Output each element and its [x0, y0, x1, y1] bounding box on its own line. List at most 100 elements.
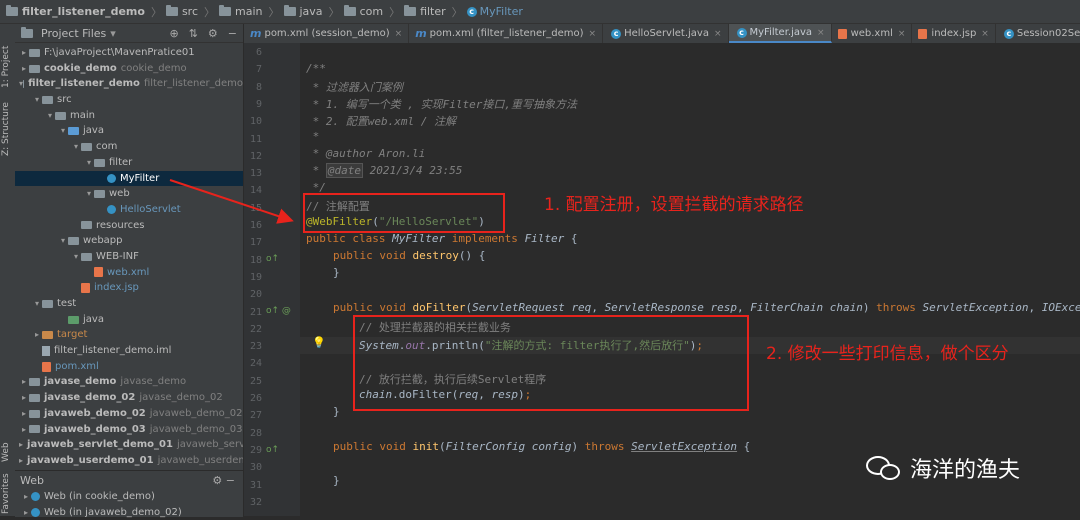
implements-icon[interactable]: o↑ [266, 254, 279, 264]
chevron-down-icon[interactable]: ▾ [71, 249, 81, 265]
chevron-right-icon[interactable]: ▸ [19, 61, 29, 77]
tree-item-label: index.jsp [94, 282, 139, 294]
chevron-right-icon[interactable]: ▸ [19, 374, 29, 390]
editor-tab[interactable]: c HelloServlet.java × [603, 24, 729, 43]
intention-bulb-icon[interactable]: 💡 [312, 336, 326, 349]
breadcrumb-project[interactable]: filter_listener_demo [4, 5, 145, 18]
breadcrumb-item[interactable]: filter [402, 5, 446, 18]
locate-icon[interactable]: ⊕ [169, 27, 178, 40]
web-panel-item[interactable]: ▸ Web (in cookie_demo) [15, 489, 243, 505]
chevron-down-icon[interactable]: ▾ [84, 155, 94, 171]
breadcrumb-item[interactable]: com [342, 5, 383, 18]
tree-item[interactable]: ▾ filter [15, 155, 243, 171]
gear-icon[interactable]: ⚙ [212, 474, 222, 487]
folder-icon [283, 5, 296, 16]
implements-icon[interactable]: o↑ @ [266, 306, 291, 316]
favorites-tool-button[interactable]: Favorites [1, 473, 14, 514]
editor-tab[interactable]: m pom.xml (session_demo) × [244, 24, 410, 43]
close-icon[interactable]: × [981, 29, 989, 39]
line-number: 7 [255, 64, 262, 76]
implements-icon[interactable]: o↑ [266, 445, 279, 455]
watermark: 海洋的渔夫 [866, 452, 1020, 484]
editor-tab[interactable]: cSession02Servlet.java× [996, 24, 1080, 43]
chevron-right-icon: ▸ [23, 492, 28, 501]
tree-item[interactable]: ▸ cookie_demo cookie_demo [15, 61, 243, 77]
tree-item-label: HelloServlet [120, 203, 181, 215]
tree-item[interactable]: ▾ filter_listener_demo filter_listener_dem… [15, 76, 243, 92]
editor-tab[interactable]: index.jsp × [912, 24, 996, 43]
tree-item[interactable]: ▸ javase_demo_02 javase_demo_02 [15, 390, 243, 406]
web-panel-item[interactable]: ▸ Web (in javaweb_demo_02) [15, 505, 243, 520]
chevron-right-icon[interactable]: ▸ [19, 390, 29, 406]
editor-tab-label: pom.xml (filter_listener_demo) [429, 28, 584, 39]
collapse-icon[interactable]: ⇅ [189, 27, 198, 40]
chevron-down-icon[interactable]: ▾ [32, 92, 42, 108]
editor-tab[interactable]: m pom.xml (filter_listener_demo) × [409, 24, 604, 43]
chevron-right-icon[interactable]: ▸ [19, 437, 23, 453]
chevron-right-icon[interactable]: ▸ [19, 422, 29, 438]
breadcrumb-file[interactable]: c MyFilter [465, 5, 523, 18]
chevron-down-icon[interactable]: ▾ [110, 27, 116, 40]
tree-item[interactable]: ▸ F:\javaProject\MavenPratice01 [15, 45, 243, 61]
minimize-icon[interactable]: − [228, 27, 237, 40]
close-icon[interactable]: × [714, 29, 722, 39]
tree-item-label: filter_listener_demo [28, 78, 140, 90]
close-icon[interactable]: × [817, 28, 825, 38]
chevron-down-icon[interactable]: ▾ [84, 186, 94, 202]
code-line-19: } [333, 266, 340, 279]
folder-icon [219, 5, 232, 16]
close-icon[interactable]: × [395, 29, 403, 39]
editor-tab-label: MyFilter.java [749, 27, 813, 38]
tree-item[interactable]: java [15, 312, 243, 328]
tree-item[interactable]: ▾ src [15, 92, 243, 108]
tree-item[interactable]: HelloServlet [15, 202, 243, 218]
tree-item[interactable]: ▾ web [15, 186, 243, 202]
code-editor[interactable]: /** * 过滤器入门案例 * 1. 编写一个类 , 实现Filter接口,重写… [300, 43, 1080, 516]
tree-item[interactable]: ▾ webapp [15, 233, 243, 249]
tree-item[interactable]: ▾ java [15, 123, 243, 139]
chevron-right-icon[interactable]: ▸ [32, 327, 42, 343]
folder-icon [94, 158, 105, 167]
tree-item[interactable]: ▸ javaweb_userdemo_01javaweb_userdemo_0 [15, 453, 243, 469]
close-icon[interactable]: × [589, 29, 597, 39]
chevron-right-icon[interactable]: ▸ [19, 453, 23, 469]
tree-item[interactable]: ▾ main [15, 108, 243, 124]
tree-item[interactable]: ▸ javaweb_servlet_demo_01javaweb_servlet_… [15, 437, 243, 453]
chevron-down-icon[interactable]: ▾ [58, 123, 68, 139]
line-number: 16 [249, 220, 262, 231]
chevron-down-icon[interactable]: ▾ [58, 233, 68, 249]
chevron-down-icon[interactable]: ▾ [45, 108, 55, 124]
line-number: 18 [249, 254, 262, 266]
project-view-selector[interactable]: Project Files [41, 27, 106, 40]
tree-item[interactable]: filter_listener_demo.iml [15, 343, 243, 359]
editor-tab[interactable]: web.xml × [832, 24, 913, 43]
structure-tool-button[interactable]: Z: Structure [1, 94, 14, 156]
close-icon[interactable]: × [898, 29, 906, 39]
tree-item[interactable]: ▾ test [15, 296, 243, 312]
breadcrumb-item[interactable]: src [164, 5, 198, 18]
breadcrumb-item[interactable]: main [217, 5, 263, 18]
tree-item[interactable]: web.xml [15, 265, 243, 281]
tree-item[interactable]: index.jsp [15, 280, 243, 296]
breadcrumb-item[interactable]: java [282, 5, 323, 18]
tree-item[interactable]: ▾ WEB-INF [15, 249, 243, 265]
chevron-down-icon[interactable]: ▾ [32, 296, 42, 312]
tree-item[interactable]: resources [15, 218, 243, 234]
wechat-icon [866, 454, 902, 482]
tree-item[interactable]: ▸ javaweb_demo_03 javaweb_demo_03 [15, 422, 243, 438]
editor-tab[interactable]: c MyFilter.java × [728, 24, 832, 43]
chevron-down-icon[interactable]: ▾ [71, 139, 81, 155]
chevron-right-icon[interactable]: ▸ [19, 45, 29, 61]
project-tool-button[interactable]: 1: Project [1, 30, 14, 88]
tree-item[interactable]: ▸ javaweb_demo_02 javaweb_demo_02 [15, 406, 243, 422]
web-tool-button[interactable]: Web [1, 432, 14, 462]
tree-item[interactable]: ▾ com [15, 139, 243, 155]
tree-item[interactable]: pom.xml [15, 359, 243, 375]
gear-icon[interactable]: ⚙ [208, 27, 218, 40]
chevron-right-icon[interactable]: ▸ [19, 406, 29, 422]
tree-item[interactable]: ▸ target [15, 327, 243, 343]
line-number: 22 [249, 323, 262, 335]
minimize-icon[interactable]: − [226, 474, 235, 487]
tree-item[interactable]: MyFilter [15, 170, 243, 187]
tree-item[interactable]: ▸ javase_demo javase_demo [15, 374, 243, 390]
